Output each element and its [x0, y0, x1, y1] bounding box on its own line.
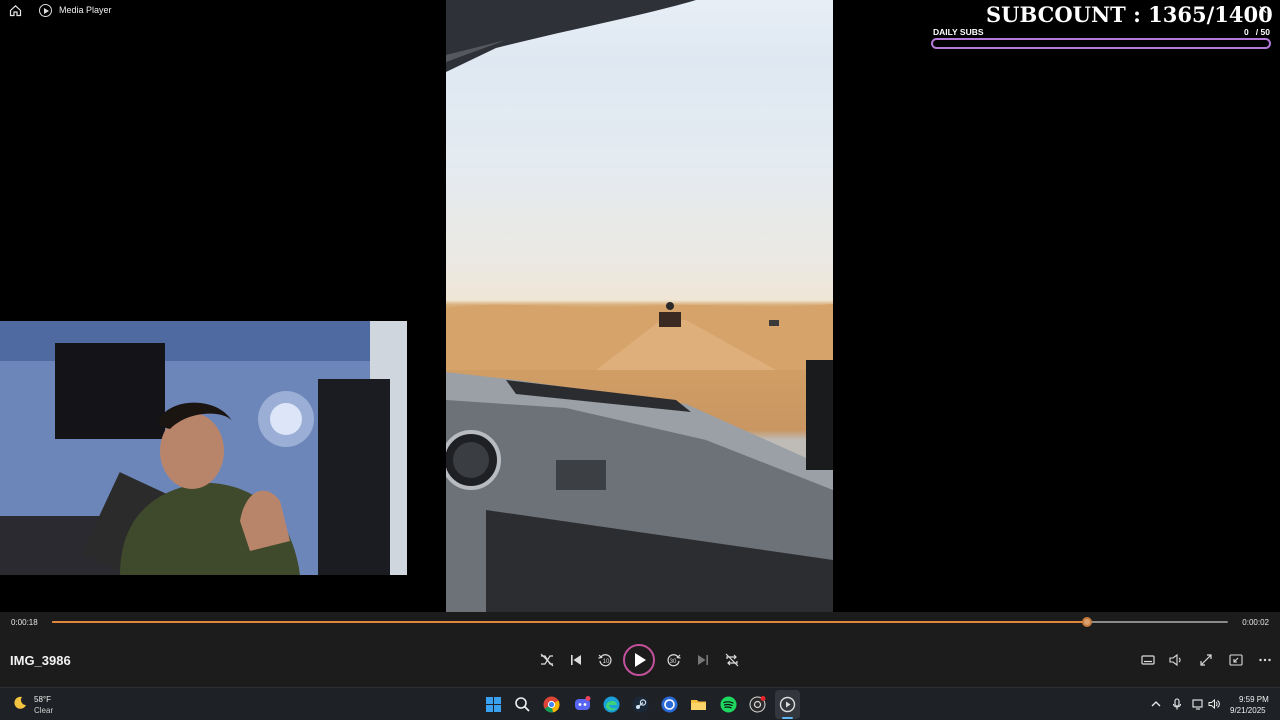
rewind-seconds-label: 10 [602, 659, 610, 665]
spotify-icon[interactable] [720, 696, 737, 713]
clock-date[interactable]: 9/21/2025 [1230, 706, 1266, 715]
network-icon[interactable] [1192, 698, 1204, 710]
window-title: Media Player [59, 5, 112, 15]
app-icon[interactable] [661, 696, 678, 713]
home-icon[interactable] [9, 4, 22, 17]
rewind-10-icon[interactable]: 10 [597, 652, 613, 668]
previous-icon[interactable] [568, 652, 584, 668]
seek-bar-progress [52, 621, 1087, 623]
chevron-up-icon[interactable] [1150, 698, 1162, 710]
discord-icon[interactable] [574, 696, 591, 713]
play-button[interactable] [623, 644, 655, 676]
daily-subs-progress-bar [931, 38, 1271, 49]
fullscreen-icon[interactable] [1198, 652, 1214, 668]
steam-icon[interactable] [632, 696, 649, 713]
daily-subs-label: DAILY SUBS [933, 27, 984, 37]
shuffle-off-icon[interactable] [539, 652, 555, 668]
remaining-time: 0:00:02 [1242, 618, 1269, 627]
daily-subs-count: 0 / 50 [1244, 27, 1270, 37]
active-app-indicator [782, 717, 793, 719]
video-frame[interactable] [446, 0, 833, 612]
speaker-icon[interactable] [1208, 698, 1220, 710]
repeat-off-icon[interactable] [724, 652, 740, 668]
obs-icon[interactable] [749, 696, 766, 713]
forward-30-icon[interactable]: 30 [666, 652, 682, 668]
next-icon[interactable] [695, 652, 711, 668]
clock-time[interactable]: 9:59 PM [1239, 695, 1269, 704]
desert-dunes-image [446, 302, 833, 370]
file-explorer-icon[interactable] [690, 696, 707, 713]
start-icon[interactable] [485, 696, 502, 713]
seek-bar[interactable] [52, 617, 1228, 627]
search-icon[interactable] [514, 696, 531, 713]
volume-icon[interactable] [1168, 652, 1184, 668]
streamer-webcam-image [0, 321, 407, 575]
chrome-icon[interactable] [543, 696, 560, 713]
weather-temperature[interactable]: 58°F [34, 695, 51, 704]
microphone-icon[interactable] [1171, 698, 1183, 710]
player-controls: 0:00:18 0:00:02 IMG_3986 10 30 [0, 612, 1280, 687]
elapsed-time: 0:00:18 [11, 618, 38, 627]
more-options-icon[interactable] [1257, 652, 1273, 668]
seek-bar-thumb[interactable] [1081, 617, 1092, 627]
subtitles-icon[interactable] [1140, 652, 1156, 668]
mini-player-icon[interactable] [1228, 652, 1244, 668]
media-player-window: { "window": { "title": "Media Player" },… [0, 0, 1280, 720]
video-filename: IMG_3986 [10, 653, 71, 668]
forward-seconds-label: 30 [669, 659, 677, 665]
weather-condition[interactable]: Clear [34, 706, 53, 715]
vehicle-dashboard-image [446, 360, 833, 612]
moon-weather-icon[interactable] [13, 696, 27, 710]
media-player-icon[interactable] [779, 696, 796, 713]
taskbar: 58°F Clear 9:59 PM 9/21/2025 [0, 687, 1280, 720]
webcam-overlay [0, 321, 407, 575]
media-player-app-icon [39, 4, 52, 17]
edge-icon[interactable] [603, 696, 620, 713]
subcount-text: SUBCOUNT : 1365/1400 [986, 2, 1273, 27]
vehicle-roof-image [446, 0, 696, 72]
